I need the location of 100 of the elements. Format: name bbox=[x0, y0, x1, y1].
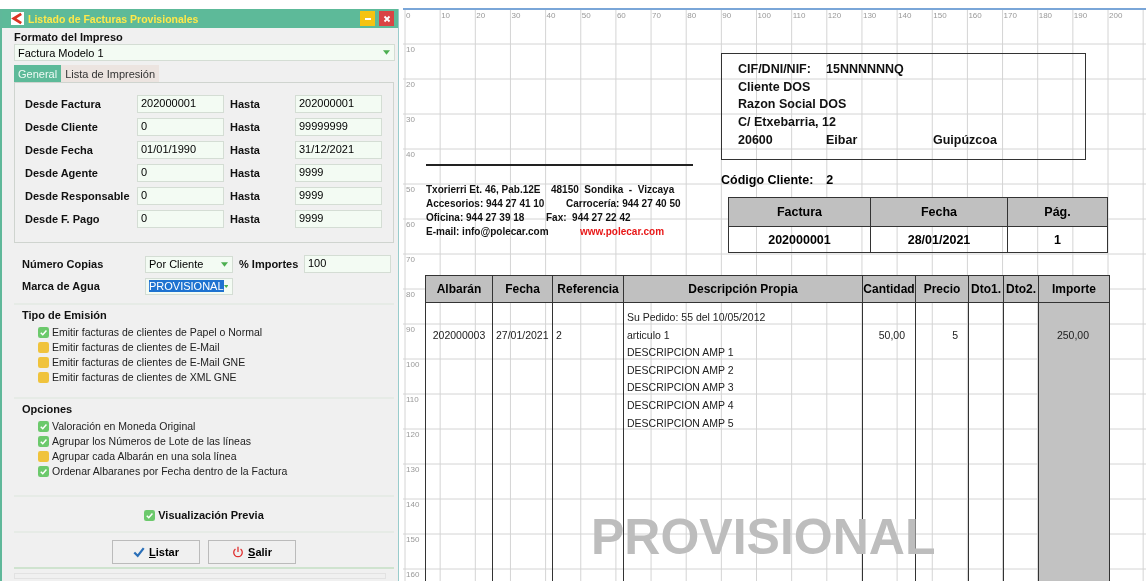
company-text: Accesorios: 944 27 41 10 bbox=[426, 198, 545, 209]
ruler-label: 170 bbox=[1003, 11, 1017, 20]
checkbox[interactable] bbox=[38, 341, 49, 353]
checkbox-label: Valoración en Moneda Original bbox=[52, 420, 196, 432]
input-field[interactable]: 01/01/1990 bbox=[137, 141, 224, 159]
client-text: Eibar bbox=[826, 132, 858, 147]
checkbox[interactable] bbox=[38, 465, 49, 477]
checkbox[interactable] bbox=[38, 420, 49, 432]
caret-icon bbox=[221, 261, 228, 267]
input-field[interactable]: 31/12/2021 bbox=[295, 141, 382, 159]
checkbox-label: Emitir facturas de clientes de E-Mail GNE bbox=[52, 356, 246, 368]
column-header: Descripción Propia bbox=[624, 276, 863, 302]
field-label: Hasta bbox=[229, 213, 261, 225]
input-field[interactable]: 9999 bbox=[295, 164, 382, 182]
ruler-label: 50 bbox=[581, 11, 591, 20]
column-header: Importe bbox=[1051, 281, 1097, 298]
column-header: Precio bbox=[916, 276, 969, 302]
close-button[interactable] bbox=[379, 11, 394, 26]
checkbox[interactable] bbox=[38, 450, 49, 462]
input-field[interactable]: 202000001 bbox=[295, 95, 382, 113]
input-field[interactable]: 0 bbox=[137, 164, 224, 182]
checkbox[interactable] bbox=[38, 435, 49, 447]
column-header: Factura bbox=[728, 197, 871, 227]
input-field[interactable]: 202000001 bbox=[137, 95, 224, 113]
format-dropdown[interactable]: Factura Modelo 1 bbox=[14, 44, 395, 61]
client-text: Razon Social DOS bbox=[738, 97, 847, 112]
ruler-label: 10 bbox=[406, 45, 415, 54]
field-label: % Importes bbox=[238, 258, 300, 270]
exit-button[interactable]: Salir bbox=[208, 540, 296, 564]
input-field[interactable]: 9999 bbox=[295, 210, 382, 228]
column-header: Albarán bbox=[426, 276, 493, 302]
checkbox[interactable] bbox=[38, 356, 49, 368]
list-button[interactable]: Listar bbox=[112, 540, 200, 564]
ruler-label: 160 bbox=[406, 570, 420, 579]
ruler-label: 140 bbox=[406, 500, 420, 509]
ruler-label: 150 bbox=[933, 11, 947, 20]
checkbox[interactable] bbox=[144, 509, 156, 521]
ruler-label: 130 bbox=[406, 465, 420, 474]
input-field[interactable]: 9999 bbox=[295, 187, 382, 205]
column-header: Fecha bbox=[870, 197, 1008, 227]
table-cell: 1 bbox=[1007, 226, 1108, 253]
table-cell: 250,00 bbox=[1056, 328, 1089, 341]
ruler-label: 150 bbox=[406, 535, 420, 544]
checkbox-label: Visualización Previa bbox=[158, 509, 264, 521]
ruler-label: 70 bbox=[406, 255, 415, 264]
table-cell: 28/01/2021 bbox=[870, 226, 1008, 253]
watermark-dropdown[interactable]: PROVISIONAL bbox=[145, 277, 233, 295]
column-header: Dto1. bbox=[969, 276, 1004, 302]
app-logo-icon bbox=[11, 12, 24, 25]
ruler-label: 70 bbox=[652, 11, 661, 20]
ruler-label: 120 bbox=[406, 430, 420, 439]
checkmark-icon bbox=[133, 546, 145, 558]
input-field[interactable]: 0 bbox=[137, 187, 224, 205]
company-text: Oficina: 944 27 39 18 bbox=[426, 212, 525, 223]
field-label: Hasta bbox=[229, 190, 261, 202]
ruler-label: 40 bbox=[406, 150, 415, 159]
column-header: Fecha bbox=[493, 276, 553, 302]
field-label: Hasta bbox=[229, 98, 261, 110]
ruler-label: 0 bbox=[406, 11, 411, 20]
ruler-label: 50 bbox=[406, 185, 415, 194]
close-icon bbox=[381, 13, 392, 24]
input-field[interactable]: 0 bbox=[137, 118, 224, 136]
ruler-label: 120 bbox=[827, 11, 842, 20]
copies-dropdown[interactable]: Por Cliente bbox=[145, 255, 233, 273]
ruler-label: 100 bbox=[406, 360, 420, 369]
client-code-value: 2 bbox=[826, 173, 834, 187]
field-label: Desde Agente bbox=[25, 167, 99, 179]
checkbox-label: Emitir facturas de clientes de E-Mail bbox=[52, 341, 220, 353]
checkbox-label: Emitir facturas de clientes de XML GNE bbox=[52, 371, 237, 383]
checkbox[interactable] bbox=[38, 371, 49, 383]
input-field[interactable]: 99999999 bbox=[295, 118, 382, 136]
column-header: Cantidad bbox=[863, 276, 916, 302]
checkbox-label: Agrupar cada Albarán en una sola línea bbox=[52, 450, 237, 462]
tab[interactable]: Lista de Impresión bbox=[61, 65, 160, 82]
field-label: Número Copias bbox=[21, 258, 105, 270]
website-link[interactable]: www.polecar.com bbox=[580, 226, 665, 237]
table-cell: DESCRIPCION AMP 3 bbox=[627, 381, 734, 394]
email-text: E-mail: info@polecar.com bbox=[426, 226, 549, 237]
field-label: Hasta bbox=[229, 144, 261, 156]
ruler-label: 140 bbox=[898, 11, 912, 20]
client-text: Guipúzcoa bbox=[933, 132, 997, 147]
input-field[interactable]: 0 bbox=[137, 210, 224, 228]
section-title: Opciones bbox=[22, 403, 74, 415]
field-label: Desde Responsable bbox=[25, 190, 131, 202]
table-cell: Su Pedido: 55 del 10/05/2012 bbox=[627, 311, 766, 323]
ruler-label: 30 bbox=[406, 115, 415, 124]
field-label: Hasta bbox=[229, 167, 261, 179]
power-icon bbox=[232, 546, 245, 558]
field-label: Formato del Impreso bbox=[14, 31, 124, 43]
table-cell: 27/01/2021 bbox=[496, 328, 549, 341]
input-field[interactable]: 100 bbox=[304, 255, 391, 273]
section-title: Tipo de Emisión bbox=[22, 309, 108, 321]
ruler-label: 110 bbox=[406, 395, 419, 404]
client-code-label: Código Cliente: bbox=[721, 173, 814, 187]
checkbox[interactable] bbox=[38, 326, 49, 338]
column-header: Dto2. bbox=[1004, 276, 1039, 302]
ruler-label: 90 bbox=[722, 11, 732, 20]
ruler-label: 30 bbox=[511, 11, 521, 20]
ruler-label: 60 bbox=[406, 220, 415, 229]
client-text: Cliente DOS bbox=[738, 79, 811, 94]
